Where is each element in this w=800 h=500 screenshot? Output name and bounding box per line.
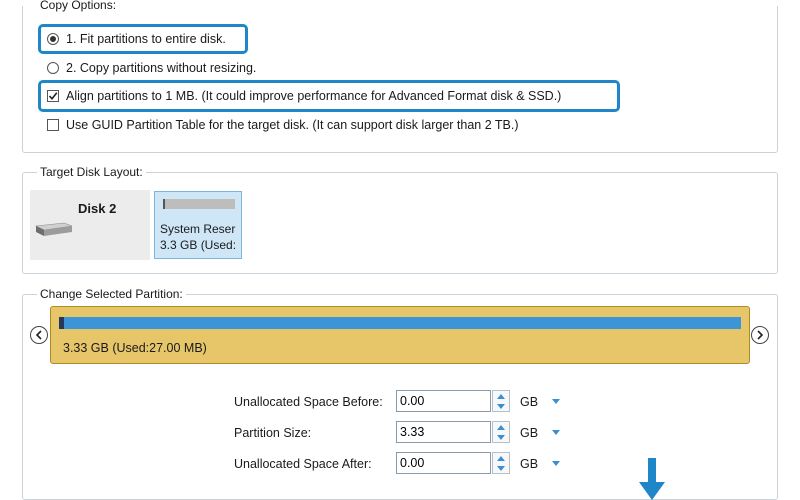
fit-partitions-label: 1. Fit partitions to entire disk. — [66, 32, 226, 46]
unit-dropdown-icon[interactable] — [551, 427, 561, 437]
stepper-down-icon[interactable] — [493, 401, 509, 411]
chevron-left-icon — [35, 330, 42, 340]
unallocated-before-label: Unallocated Space Before: — [234, 395, 383, 409]
change-partition-title: Change Selected Partition: — [37, 287, 186, 301]
unallocated-before-stepper[interactable] — [492, 390, 510, 412]
copy-without-resizing-label: 2. Copy partitions without resizing. — [66, 61, 257, 75]
stepper-down-icon[interactable] — [493, 463, 509, 473]
partition-resize-bar[interactable]: 3.33 GB (Used:27.00 MB) — [50, 306, 750, 364]
partition-fill-bar[interactable] — [59, 317, 741, 329]
align-partitions-option[interactable]: Align partitions to 1 MB. (It could impr… — [47, 89, 561, 103]
guid-partition-checkbox[interactable] — [47, 119, 59, 131]
checkmark-icon — [48, 92, 58, 101]
stepper-up-icon[interactable] — [493, 391, 509, 401]
unallocated-after-input[interactable] — [396, 452, 491, 474]
guid-partition-option[interactable]: Use GUID Partition Table for the target … — [47, 118, 519, 132]
partition-size-unit: GB — [520, 426, 539, 440]
partition-size-stepper[interactable] — [492, 421, 510, 443]
scroll-left-button[interactable] — [30, 326, 48, 344]
fit-partitions-option[interactable]: 1. Fit partitions to entire disk. — [47, 32, 226, 46]
fit-partitions-radio[interactable] — [47, 33, 59, 45]
disk-panel[interactable]: Disk 2 — [30, 190, 150, 260]
unit-dropdown-icon[interactable] — [551, 458, 561, 468]
unallocated-before-unit: GB — [520, 395, 539, 409]
scroll-right-button[interactable] — [751, 326, 769, 344]
partition-size-label: Partition Size: — [234, 426, 312, 440]
unit-dropdown-icon[interactable] — [551, 396, 561, 406]
unallocated-after-stepper[interactable] — [492, 452, 510, 474]
align-partitions-label: Align partitions to 1 MB. (It could impr… — [66, 89, 562, 103]
stepper-down-icon[interactable] — [493, 432, 509, 442]
partition-size-input[interactable] — [396, 421, 491, 443]
partition-used-segment — [59, 317, 64, 329]
partition-size: 3.3 GB (Used: — [160, 238, 237, 252]
partition-usage-bar — [163, 199, 235, 209]
align-partitions-checkbox[interactable] — [47, 90, 59, 102]
stepper-up-icon[interactable] — [493, 422, 509, 432]
stepper-up-icon[interactable] — [493, 453, 509, 463]
guid-partition-label: Use GUID Partition Table for the target … — [66, 118, 519, 132]
down-arrow-icon — [639, 458, 665, 500]
partition-bar-label: 3.33 GB (Used:27.00 MB) — [63, 341, 207, 355]
copy-without-resizing-option[interactable]: 2. Copy partitions without resizing. — [47, 61, 256, 75]
partition-block[interactable]: System Reser 3.3 GB (Used: — [154, 191, 242, 259]
chevron-right-icon — [757, 330, 764, 340]
target-disk-layout-title: Target Disk Layout: — [37, 165, 146, 179]
unallocated-after-label: Unallocated Space After: — [234, 457, 372, 471]
copy-without-resizing-radio[interactable] — [47, 62, 59, 74]
disk-name: Disk 2 — [78, 201, 117, 216]
partition-name: System Reser — [160, 222, 236, 236]
unallocated-after-unit: GB — [520, 457, 539, 471]
hard-disk-icon — [34, 222, 73, 236]
copy-options-title: Copy Options: — [37, 0, 120, 12]
unallocated-before-input[interactable] — [396, 390, 491, 412]
